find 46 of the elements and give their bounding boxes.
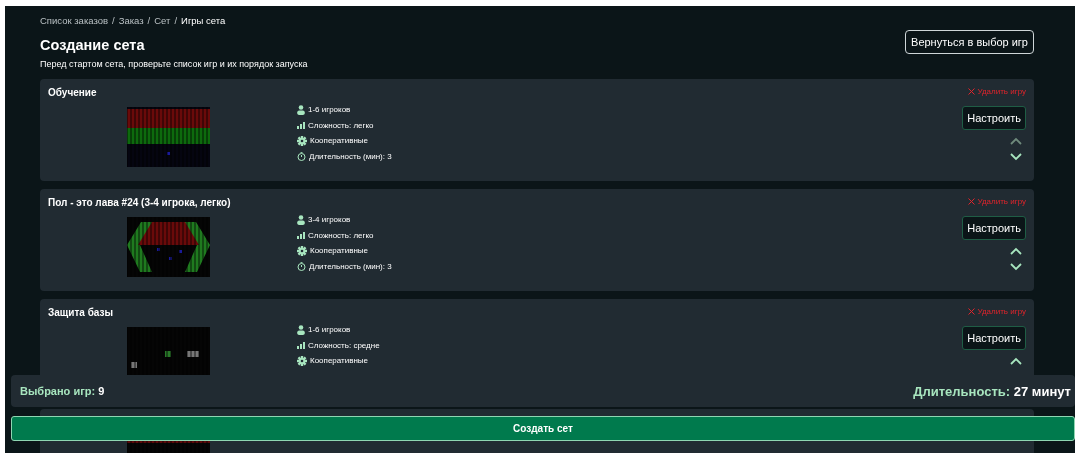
breadcrumb-current: Игры сета bbox=[181, 15, 226, 26]
breadcrumb-separator: / bbox=[174, 15, 178, 26]
game-info-text: Сложность: легко bbox=[308, 230, 374, 240]
person-icon bbox=[297, 104, 305, 115]
game-info-text: Сложность: средне bbox=[308, 340, 380, 350]
breadcrumb-link[interactable]: Список заказов bbox=[40, 15, 108, 26]
person-icon bbox=[297, 324, 305, 335]
breadcrumb-separator: / bbox=[147, 15, 151, 26]
game-info-text: Длительность (мин): 3 bbox=[309, 151, 392, 161]
stopwatch-icon bbox=[297, 151, 306, 161]
selected-count: Выбрано игр: 9 bbox=[20, 385, 105, 397]
back-button[interactable]: Вернуться в выбор игр bbox=[905, 30, 1034, 54]
gear-icon bbox=[297, 245, 307, 256]
breadcrumb-link[interactable]: Сет bbox=[154, 15, 171, 26]
configure-button[interactable]: Настроить bbox=[962, 326, 1026, 350]
breadcrumb-separator: / bbox=[112, 15, 115, 26]
game-info-text: 3-4 игроков bbox=[308, 215, 351, 225]
person-icon bbox=[297, 214, 305, 225]
bar-chart-icon bbox=[297, 121, 305, 129]
bar-chart-icon bbox=[297, 341, 305, 349]
game-title: Обучение bbox=[48, 87, 97, 98]
total-duration: Длительность: 27 минут bbox=[913, 383, 1071, 399]
game-info-text: Кооперативные bbox=[310, 246, 369, 256]
configure-button[interactable]: Настроить bbox=[962, 216, 1026, 240]
configure-button[interactable]: Настроить bbox=[962, 106, 1026, 130]
breadcrumb-link[interactable]: Заказ bbox=[118, 15, 144, 26]
game-info-text: Кооперативные bbox=[310, 356, 369, 366]
stopwatch-icon bbox=[297, 261, 306, 271]
chevron-down-icon[interactable] bbox=[1010, 263, 1022, 271]
game-info-text: Сложность: легко bbox=[308, 120, 374, 130]
create-set-button[interactable]: Создать сет bbox=[11, 416, 1075, 441]
bar-chart-icon bbox=[297, 231, 305, 239]
page-subtitle: Перед стартом сета, проверьте список игр и их порядок запуска bbox=[40, 59, 309, 69]
page-title: Создание сета bbox=[40, 37, 145, 53]
gear-icon bbox=[297, 135, 307, 146]
game-title: Пол - это лава #24 (3-4 игрока, легко) bbox=[48, 197, 231, 208]
game-info-text: 1-6 игроков bbox=[308, 105, 351, 115]
close-icon bbox=[968, 308, 976, 315]
gear-icon bbox=[297, 355, 307, 366]
game-title: Защита базы bbox=[48, 307, 114, 318]
close-icon bbox=[968, 198, 976, 205]
close-icon bbox=[968, 88, 976, 95]
game-info-text: Длительность (мин): 3 bbox=[309, 261, 392, 271]
chevron-down-icon[interactable] bbox=[1010, 153, 1022, 161]
game-info-text: 1-6 игроков bbox=[308, 325, 351, 335]
game-info-text: Кооперативные bbox=[310, 136, 369, 146]
